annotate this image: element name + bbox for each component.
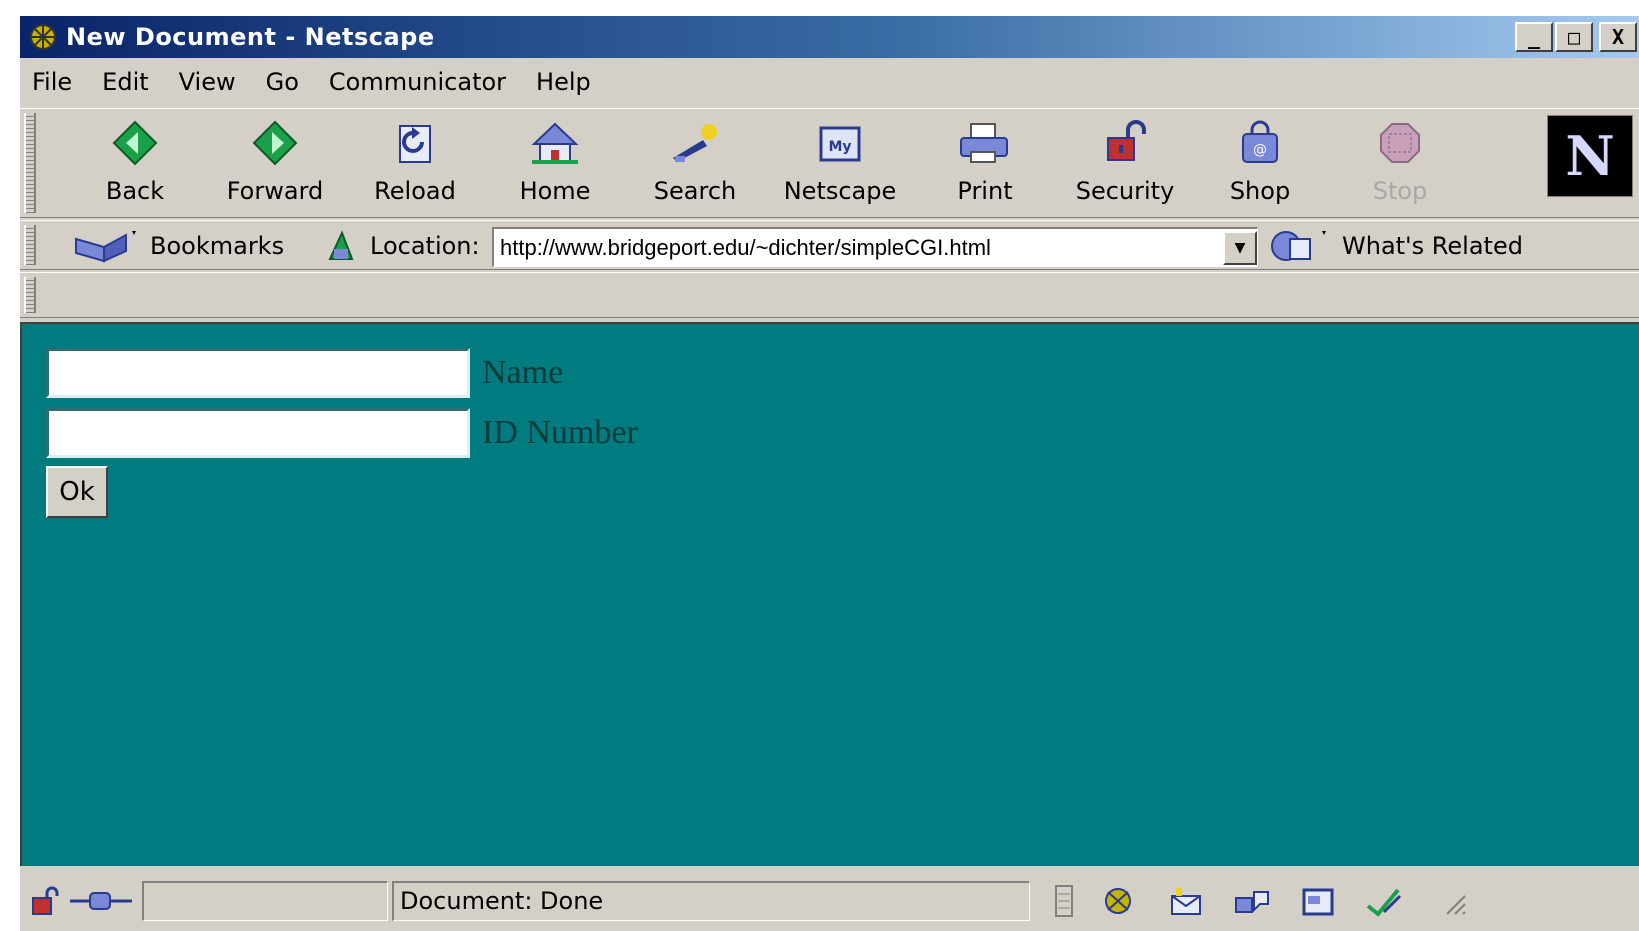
printer-icon [957,115,1013,171]
status-text: Document: Done [400,887,604,915]
composer-icon[interactable] [1364,883,1404,919]
netscape-logo[interactable]: N [1547,115,1633,197]
url-dropdown-button[interactable]: ▼ [1223,230,1257,265]
back-button[interactable]: Back [70,115,200,211]
url-field[interactable]: http://www.bridgeport.edu/~dichter/simpl… [492,227,1258,267]
maximize-button[interactable]: □ [1555,22,1593,52]
padlock-icon [1097,115,1153,171]
svg-text:My: My [828,139,851,155]
browser-window: New Document - Netscape _ □ X File Edit … [18,14,1639,931]
location-label-group: Location: [324,229,480,263]
print-label: Print [957,177,1013,205]
name-label: Name [482,354,564,391]
forward-arrow-icon [247,115,303,171]
stop-label: Stop [1372,177,1428,205]
netscape-label: Netscape [783,177,897,205]
minimize-button[interactable]: _ [1515,22,1553,52]
status-bar: Document: Done [20,868,1639,931]
home-icon [527,115,583,171]
security-label: Security [1075,177,1175,205]
whats-related-label: What's Related [1342,232,1523,260]
bookmarks-label: Bookmarks [150,232,285,260]
shop-button[interactable]: @ Shop [1195,115,1325,211]
connection-status-icon [64,883,138,919]
reload-icon [387,115,443,171]
location-toolbar-grip[interactable] [24,225,36,265]
personal-toolbar-grip[interactable] [24,277,36,313]
name-input[interactable] [46,348,470,398]
address-book-icon[interactable] [1298,883,1338,919]
netscape-logo-letter: N [1565,124,1615,188]
home-label: Home [519,177,591,205]
name-row: Name [46,348,563,398]
id-number-label: ID Number [482,414,638,451]
mail-icon[interactable] [1166,883,1206,919]
navigation-toolbar: Back Forward Reload Home Search My Netsc… [20,108,1639,218]
menu-edit[interactable]: Edit [102,68,148,96]
whats-related-button[interactable]: What's Related [1270,229,1523,263]
toolbar-grip[interactable] [24,113,36,213]
window-title: New Document - Netscape [66,23,435,51]
resize-grip-icon[interactable] [1432,883,1472,919]
progress-panel [142,880,388,921]
menu-help[interactable]: Help [536,68,591,96]
forward-label: Forward [226,177,324,205]
reload-label: Reload [374,177,456,205]
id-number-row: ID Number [46,408,638,458]
location-toolbar: Bookmarks Location: http://www.bridgepor… [20,220,1639,270]
newsgroups-icon[interactable] [1232,883,1272,919]
close-button[interactable]: X [1599,22,1637,52]
menu-go[interactable]: Go [266,68,299,96]
location-icon[interactable] [324,229,358,263]
search-icon [667,115,723,171]
netscape-button[interactable]: My Netscape [775,115,905,211]
whats-related-icon [1270,229,1336,263]
security-status-icon[interactable] [24,883,64,919]
title-bar[interactable]: New Document - Netscape _ □ X [20,16,1639,58]
stop-icon [1372,115,1428,171]
url-text[interactable]: http://www.bridgeport.edu/~dichter/simpl… [494,235,1223,261]
forward-button[interactable]: Forward [210,115,340,211]
shop-label: Shop [1229,177,1291,205]
back-label: Back [105,177,165,205]
netscape-icon: My [812,115,868,171]
personal-toolbar [20,272,1639,318]
menu-communicator[interactable]: Communicator [329,68,506,96]
menu-view[interactable]: View [179,68,236,96]
id-number-input[interactable] [46,408,470,458]
component-bar-grip-icon[interactable] [1044,883,1084,919]
search-button[interactable]: Search [630,115,760,211]
menu-file[interactable]: File [32,68,72,96]
navigator-icon[interactable] [1100,883,1140,919]
bookmarks-button[interactable]: Bookmarks [74,229,284,263]
security-button[interactable]: Security [1060,115,1190,211]
page-content: Name ID Number Ok [20,322,1639,866]
dropdown-arrow-icon: ▼ [1234,239,1246,256]
stop-button[interactable]: Stop [1335,115,1465,211]
status-text-panel: Document: Done [392,880,1030,921]
location-label: Location: [370,232,480,260]
bookmarks-icon [74,229,140,263]
back-arrow-icon [107,115,163,171]
ok-button[interactable]: Ok [46,466,108,518]
svg-text:@: @ [1253,142,1267,158]
reload-button[interactable]: Reload [350,115,480,211]
search-label: Search [653,177,737,205]
shopping-bag-icon: @ [1232,115,1288,171]
home-button[interactable]: Home [490,115,620,211]
print-button[interactable]: Print [920,115,1050,211]
menu-bar: File Edit View Go Communicator Help [20,60,1639,104]
netscape-app-icon [26,20,60,54]
